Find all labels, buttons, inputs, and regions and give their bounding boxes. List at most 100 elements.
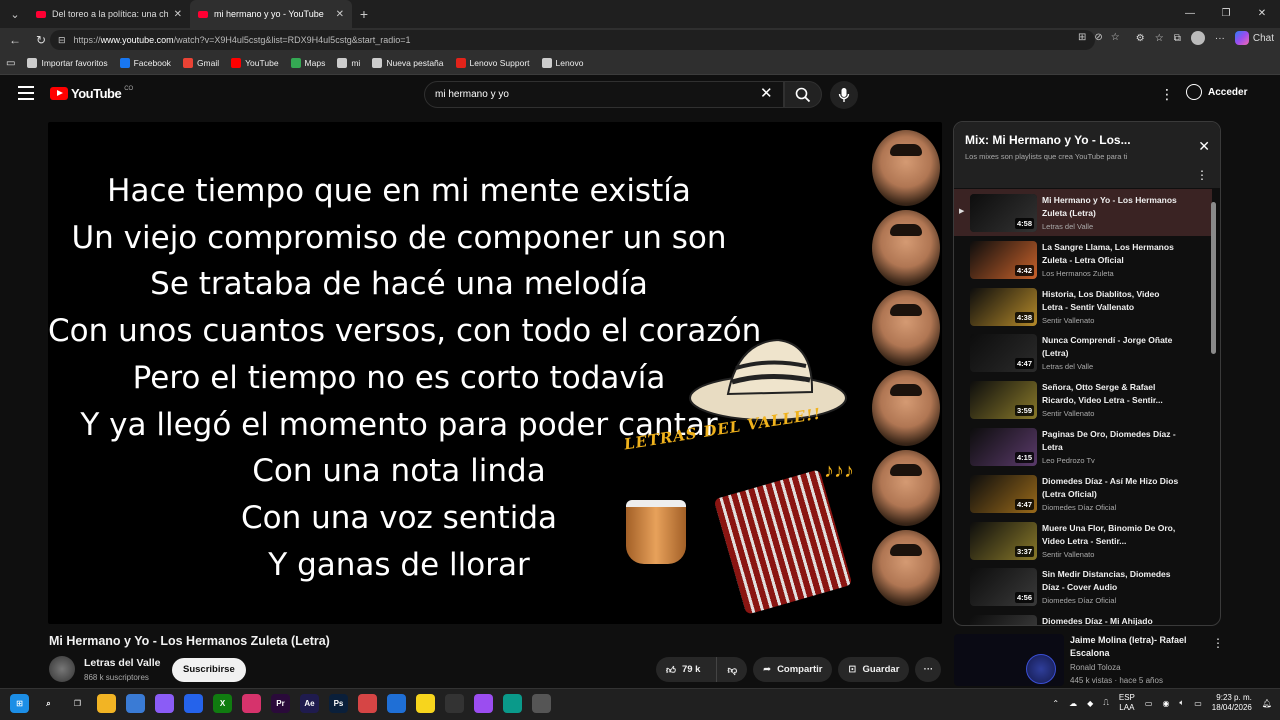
favorite-star-icon[interactable]: ☆ (1111, 32, 1120, 43)
playlist-item[interactable]: Diomedes Díaz - Mi Ahijado (954, 610, 1212, 625)
copilot-icon[interactable] (155, 694, 174, 713)
playlist-item-thumbnail[interactable]: 4:56 (970, 568, 1037, 607)
onedrive-icon[interactable]: ☁ (1069, 699, 1077, 708)
notifications-icon[interactable]: 🔔︎ (1262, 699, 1272, 708)
app-icon[interactable] (184, 694, 203, 713)
settings-more-icon[interactable]: ··· (1215, 33, 1225, 44)
tab-close-icon[interactable]: ✕ (174, 9, 182, 20)
url-field[interactable]: ⊟ https://www.youtube.com/watch?v=X9H4ul… (50, 30, 1095, 50)
channel-avatar[interactable] (49, 656, 75, 682)
site-info-icon[interactable]: ⊟ (58, 35, 66, 46)
reading-view-icon[interactable]: ▭ (6, 58, 15, 69)
voice-search-button[interactable] (830, 81, 858, 109)
browser-tab-2[interactable]: mi hermano y yo - YouTube ✕ (190, 0, 352, 28)
playlist-item-thumbnail[interactable]: 4:47 (970, 474, 1037, 513)
task-view-icon[interactable]: ❐ (68, 694, 87, 713)
bookmark-folder[interactable]: mi (337, 58, 360, 68)
edge-icon[interactable] (503, 694, 522, 713)
sign-in-button[interactable]: Acceder (1186, 84, 1247, 100)
subscribe-button[interactable]: Suscribirse (172, 658, 246, 682)
menu-hamburger-icon[interactable] (18, 86, 34, 100)
playlist-item[interactable]: 3:59 Señora, Otto Serge & Rafael Ricardo,… (954, 376, 1212, 423)
apps-icon[interactable]: ⊞ (1078, 32, 1086, 43)
bookmark-globe[interactable]: Lenovo (541, 58, 583, 68)
playlist-item-thumbnail[interactable]: 4:58 (970, 194, 1037, 232)
github-icon[interactable] (445, 694, 464, 713)
playlist-item[interactable]: 4:47 Nunca Comprendí - Jorge Oñate (Letra… (954, 329, 1212, 376)
playlist-item[interactable]: 4:56 Sin Medir Distancias, Diomedes Díaz … (954, 563, 1212, 610)
playlist-item[interactable]: 4:47 Diomedes Díaz - Así Me Hizo Dios (Le… (954, 470, 1212, 517)
channel-name[interactable]: Letras del Valle (84, 657, 160, 669)
language-indicator[interactable]: ESP LAA (1119, 693, 1135, 713)
clear-search-icon[interactable]: ✕ (760, 84, 773, 102)
new-tab-button[interactable]: + (352, 6, 376, 22)
tray-chevron-icon[interactable]: ⌃ (1052, 699, 1059, 708)
clock[interactable]: 9:23 p. m. 18/04/2026 (1212, 693, 1252, 713)
recommendation-menu-icon[interactable]: ⋮ (1212, 636, 1224, 650)
search-input[interactable]: mi hermano y yo (424, 81, 784, 108)
save-button[interactable]: ⊡ Guardar (838, 657, 910, 682)
playlist-menu-icon[interactable]: ⋮ (1196, 168, 1208, 182)
close-window-icon[interactable]: ✕ (1244, 0, 1280, 28)
recommendation-thumbnail[interactable] (954, 634, 1064, 686)
browser-tab-1[interactable]: Del toreo a la política: una charla c ✕ (28, 0, 190, 28)
display-icon[interactable]: ▭ (1145, 699, 1153, 708)
playlist-item-thumbnail[interactable]: 4:47 (970, 334, 1037, 373)
playlist-item[interactable]: 3:37 Muere Una Flor, Binomio De Oro, Vide… (954, 517, 1212, 564)
bookmark-lenovo[interactable]: Lenovo Support (455, 58, 530, 68)
vscode-icon[interactable] (387, 694, 406, 713)
favorites-icon[interactable]: ☆ (1155, 33, 1164, 44)
search-button[interactable] (784, 81, 822, 108)
share-button[interactable]: ➦ Compartir (753, 657, 833, 682)
extensions-icon[interactable]: ⚙ (1136, 33, 1145, 44)
playlist-title[interactable]: Mix: Mi Hermano y Yo - Los... (965, 133, 1131, 147)
minimize-icon[interactable]: — (1172, 0, 1208, 28)
app2-icon[interactable] (474, 694, 493, 713)
recommendation-title[interactable]: Jaime Molina (letra)- Rafael Escalona (1070, 634, 1200, 660)
after-effects-icon[interactable]: Ae (300, 694, 319, 713)
search-icon[interactable]: ⌕ (39, 694, 58, 713)
chrome-icon[interactable] (532, 694, 551, 713)
notes-icon[interactable] (416, 694, 435, 713)
reload-icon[interactable]: ↻ (30, 33, 52, 47)
copilot-chat-button[interactable]: Chat (1234, 31, 1274, 45)
photos-icon[interactable] (242, 694, 261, 713)
collections-icon[interactable]: ⧉ (1174, 33, 1181, 44)
youtube-logo[interactable]: YouTube CO (50, 86, 133, 101)
restore-icon[interactable]: ❐ (1208, 0, 1244, 28)
volume-icon[interactable]: 🔈︎ (1179, 698, 1184, 708)
playlist-item-thumbnail[interactable]: 3:59 (970, 381, 1037, 420)
video-player[interactable]: Hace tiempo que en mi mente existía Un vi… (48, 122, 942, 624)
playlist-item[interactable]: 4:15 Paginas De Oro, Diomedes Díaz - Letr… (954, 423, 1212, 470)
playlist-item[interactable]: ▶ 4:58 Mi Hermano y Yo - Los Hermanos Zule… (954, 189, 1212, 236)
tab-actions-chevron-icon[interactable]: ⌄ (2, 3, 28, 25)
more-actions-button[interactable]: ··· (915, 657, 942, 682)
settings-kebab-icon[interactable]: ⋮ (1160, 86, 1174, 103)
photoshop-icon[interactable]: Ps (329, 694, 348, 713)
back-arrow-icon[interactable]: ← (4, 33, 26, 47)
playlist-item-thumbnail[interactable] (970, 615, 1037, 625)
close-playlist-icon[interactable]: ✕ (1198, 138, 1210, 155)
playlist-item[interactable]: 4:38 Historia, Los Diablitos, Video Letra… (954, 283, 1212, 330)
bookmark-gmail[interactable]: Gmail (182, 58, 219, 68)
windows-start-icon[interactable]: ⊞ (10, 694, 29, 713)
bookmark-youtube[interactable]: YouTube (231, 58, 279, 68)
usb-icon[interactable]: ⎍ (1103, 698, 1109, 708)
premiere-icon[interactable]: Pr (271, 694, 290, 713)
profile-avatar[interactable] (1190, 31, 1205, 45)
dislike-button[interactable]: 👎︎ (716, 657, 747, 682)
playlist-item-thumbnail[interactable]: 3:37 (970, 521, 1037, 560)
xbox-icon[interactable]: X (213, 694, 232, 713)
bookmark-import[interactable]: Importar favoritos (27, 58, 108, 68)
network-icon[interactable]: ◉ (1162, 699, 1169, 708)
playlist-item[interactable]: 4:42 La Sangre Llama, Los Hermanos Zuleta… (954, 236, 1212, 283)
bookmark-maps[interactable]: Maps (290, 58, 325, 68)
playlist-item-thumbnail[interactable]: 4:42 (970, 240, 1037, 279)
like-button[interactable]: 👍︎ 79 k (656, 657, 710, 682)
snipping-icon[interactable] (358, 694, 377, 713)
bookmark-newtab[interactable]: Nueva pestaña (372, 58, 444, 68)
bookmark-facebook[interactable]: Facebook (119, 58, 171, 68)
battery-icon[interactable]: ▭ (1194, 699, 1202, 708)
security-icon[interactable]: ◆ (1087, 699, 1093, 708)
playlist-scrollbar[interactable] (1211, 202, 1216, 354)
